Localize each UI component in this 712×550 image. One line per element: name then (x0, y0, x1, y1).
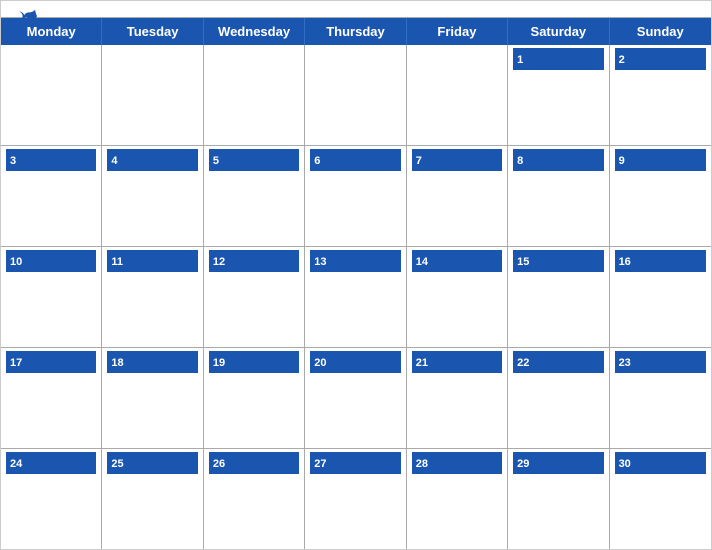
date-number-29: 29 (517, 458, 529, 470)
date-number-24: 24 (10, 458, 22, 470)
date-number-25: 25 (111, 458, 123, 470)
day-cell-22: 22 (508, 348, 609, 448)
empty-cell (1, 45, 102, 145)
day-cell-5: 5 (204, 146, 305, 246)
empty-cell (305, 45, 406, 145)
day-cell-24: 24 (1, 449, 102, 549)
day-cell-20: 20 (305, 348, 406, 448)
date-number-4: 4 (111, 155, 117, 167)
calendar-container: MondayTuesdayWednesdayThursdayFridaySatu… (0, 0, 712, 550)
day-cell-9: 9 (610, 146, 711, 246)
day-header-wednesday: Wednesday (204, 18, 305, 45)
date-number-7: 7 (416, 155, 422, 167)
day-header-friday: Friday (407, 18, 508, 45)
week-row-1: 12 (1, 45, 711, 146)
generalblue-logo (17, 9, 37, 23)
day-cell-18: 18 (102, 348, 203, 448)
empty-cell (102, 45, 203, 145)
day-header-tuesday: Tuesday (102, 18, 203, 45)
day-cell-23: 23 (610, 348, 711, 448)
date-number-16: 16 (619, 256, 631, 268)
day-cell-6: 6 (305, 146, 406, 246)
logo-bird-icon (19, 9, 37, 23)
day-cell-11: 11 (102, 247, 203, 347)
date-number-20: 20 (314, 357, 326, 369)
day-cell-3: 3 (1, 146, 102, 246)
date-number-22: 22 (517, 357, 529, 369)
date-number-15: 15 (517, 256, 529, 268)
day-cell-10: 10 (1, 247, 102, 347)
day-cell-29: 29 (508, 449, 609, 549)
day-cell-17: 17 (1, 348, 102, 448)
date-number-19: 19 (213, 357, 225, 369)
day-cell-7: 7 (407, 146, 508, 246)
date-number-11: 11 (111, 256, 123, 268)
date-number-9: 9 (619, 155, 625, 167)
day-cell-26: 26 (204, 449, 305, 549)
day-cell-8: 8 (508, 146, 609, 246)
date-number-5: 5 (213, 155, 219, 167)
day-cell-15: 15 (508, 247, 609, 347)
day-header-sunday: Sunday (610, 18, 711, 45)
day-cell-16: 16 (610, 247, 711, 347)
empty-cell (407, 45, 508, 145)
date-number-26: 26 (213, 458, 225, 470)
day-cell-25: 25 (102, 449, 203, 549)
date-number-23: 23 (619, 357, 631, 369)
day-cell-12: 12 (204, 247, 305, 347)
date-number-14: 14 (416, 256, 428, 268)
day-cell-1: 1 (508, 45, 609, 145)
date-number-2: 2 (619, 54, 625, 66)
week-row-4: 17 18 19 20 21 22 23 (1, 348, 711, 449)
day-headers-row: MondayTuesdayWednesdayThursdayFridaySatu… (1, 18, 711, 45)
calendar-header (1, 1, 711, 17)
date-number-1: 1 (517, 54, 523, 66)
date-number-18: 18 (111, 357, 123, 369)
day-cell-13: 13 (305, 247, 406, 347)
date-number-10: 10 (10, 256, 22, 268)
day-cell-27: 27 (305, 449, 406, 549)
date-number-21: 21 (416, 357, 428, 369)
day-cell-28: 28 (407, 449, 508, 549)
date-number-30: 30 (619, 458, 631, 470)
date-number-17: 17 (10, 357, 22, 369)
date-number-8: 8 (517, 155, 523, 167)
date-number-28: 28 (416, 458, 428, 470)
week-row-3: 10 11 12 13 14 15 16 (1, 247, 711, 348)
date-number-27: 27 (314, 458, 326, 470)
date-number-12: 12 (213, 256, 225, 268)
calendar-grid: MondayTuesdayWednesdayThursdayFridaySatu… (1, 17, 711, 549)
day-cell-14: 14 (407, 247, 508, 347)
week-row-2: 3 4 5 6 7 8 9 (1, 146, 711, 247)
day-cell-21: 21 (407, 348, 508, 448)
weeks-container: 1234567891011121314151617181920212223242… (1, 45, 711, 549)
date-number-6: 6 (314, 155, 320, 167)
logo-blue-text (17, 9, 37, 23)
empty-cell (204, 45, 305, 145)
day-cell-4: 4 (102, 146, 203, 246)
date-number-3: 3 (10, 155, 16, 167)
week-row-5: 24 25 26 27 28 29 30 (1, 449, 711, 549)
day-header-saturday: Saturday (508, 18, 609, 45)
date-number-13: 13 (314, 256, 326, 268)
day-cell-2: 2 (610, 45, 711, 145)
day-cell-19: 19 (204, 348, 305, 448)
day-header-thursday: Thursday (305, 18, 406, 45)
day-cell-30: 30 (610, 449, 711, 549)
